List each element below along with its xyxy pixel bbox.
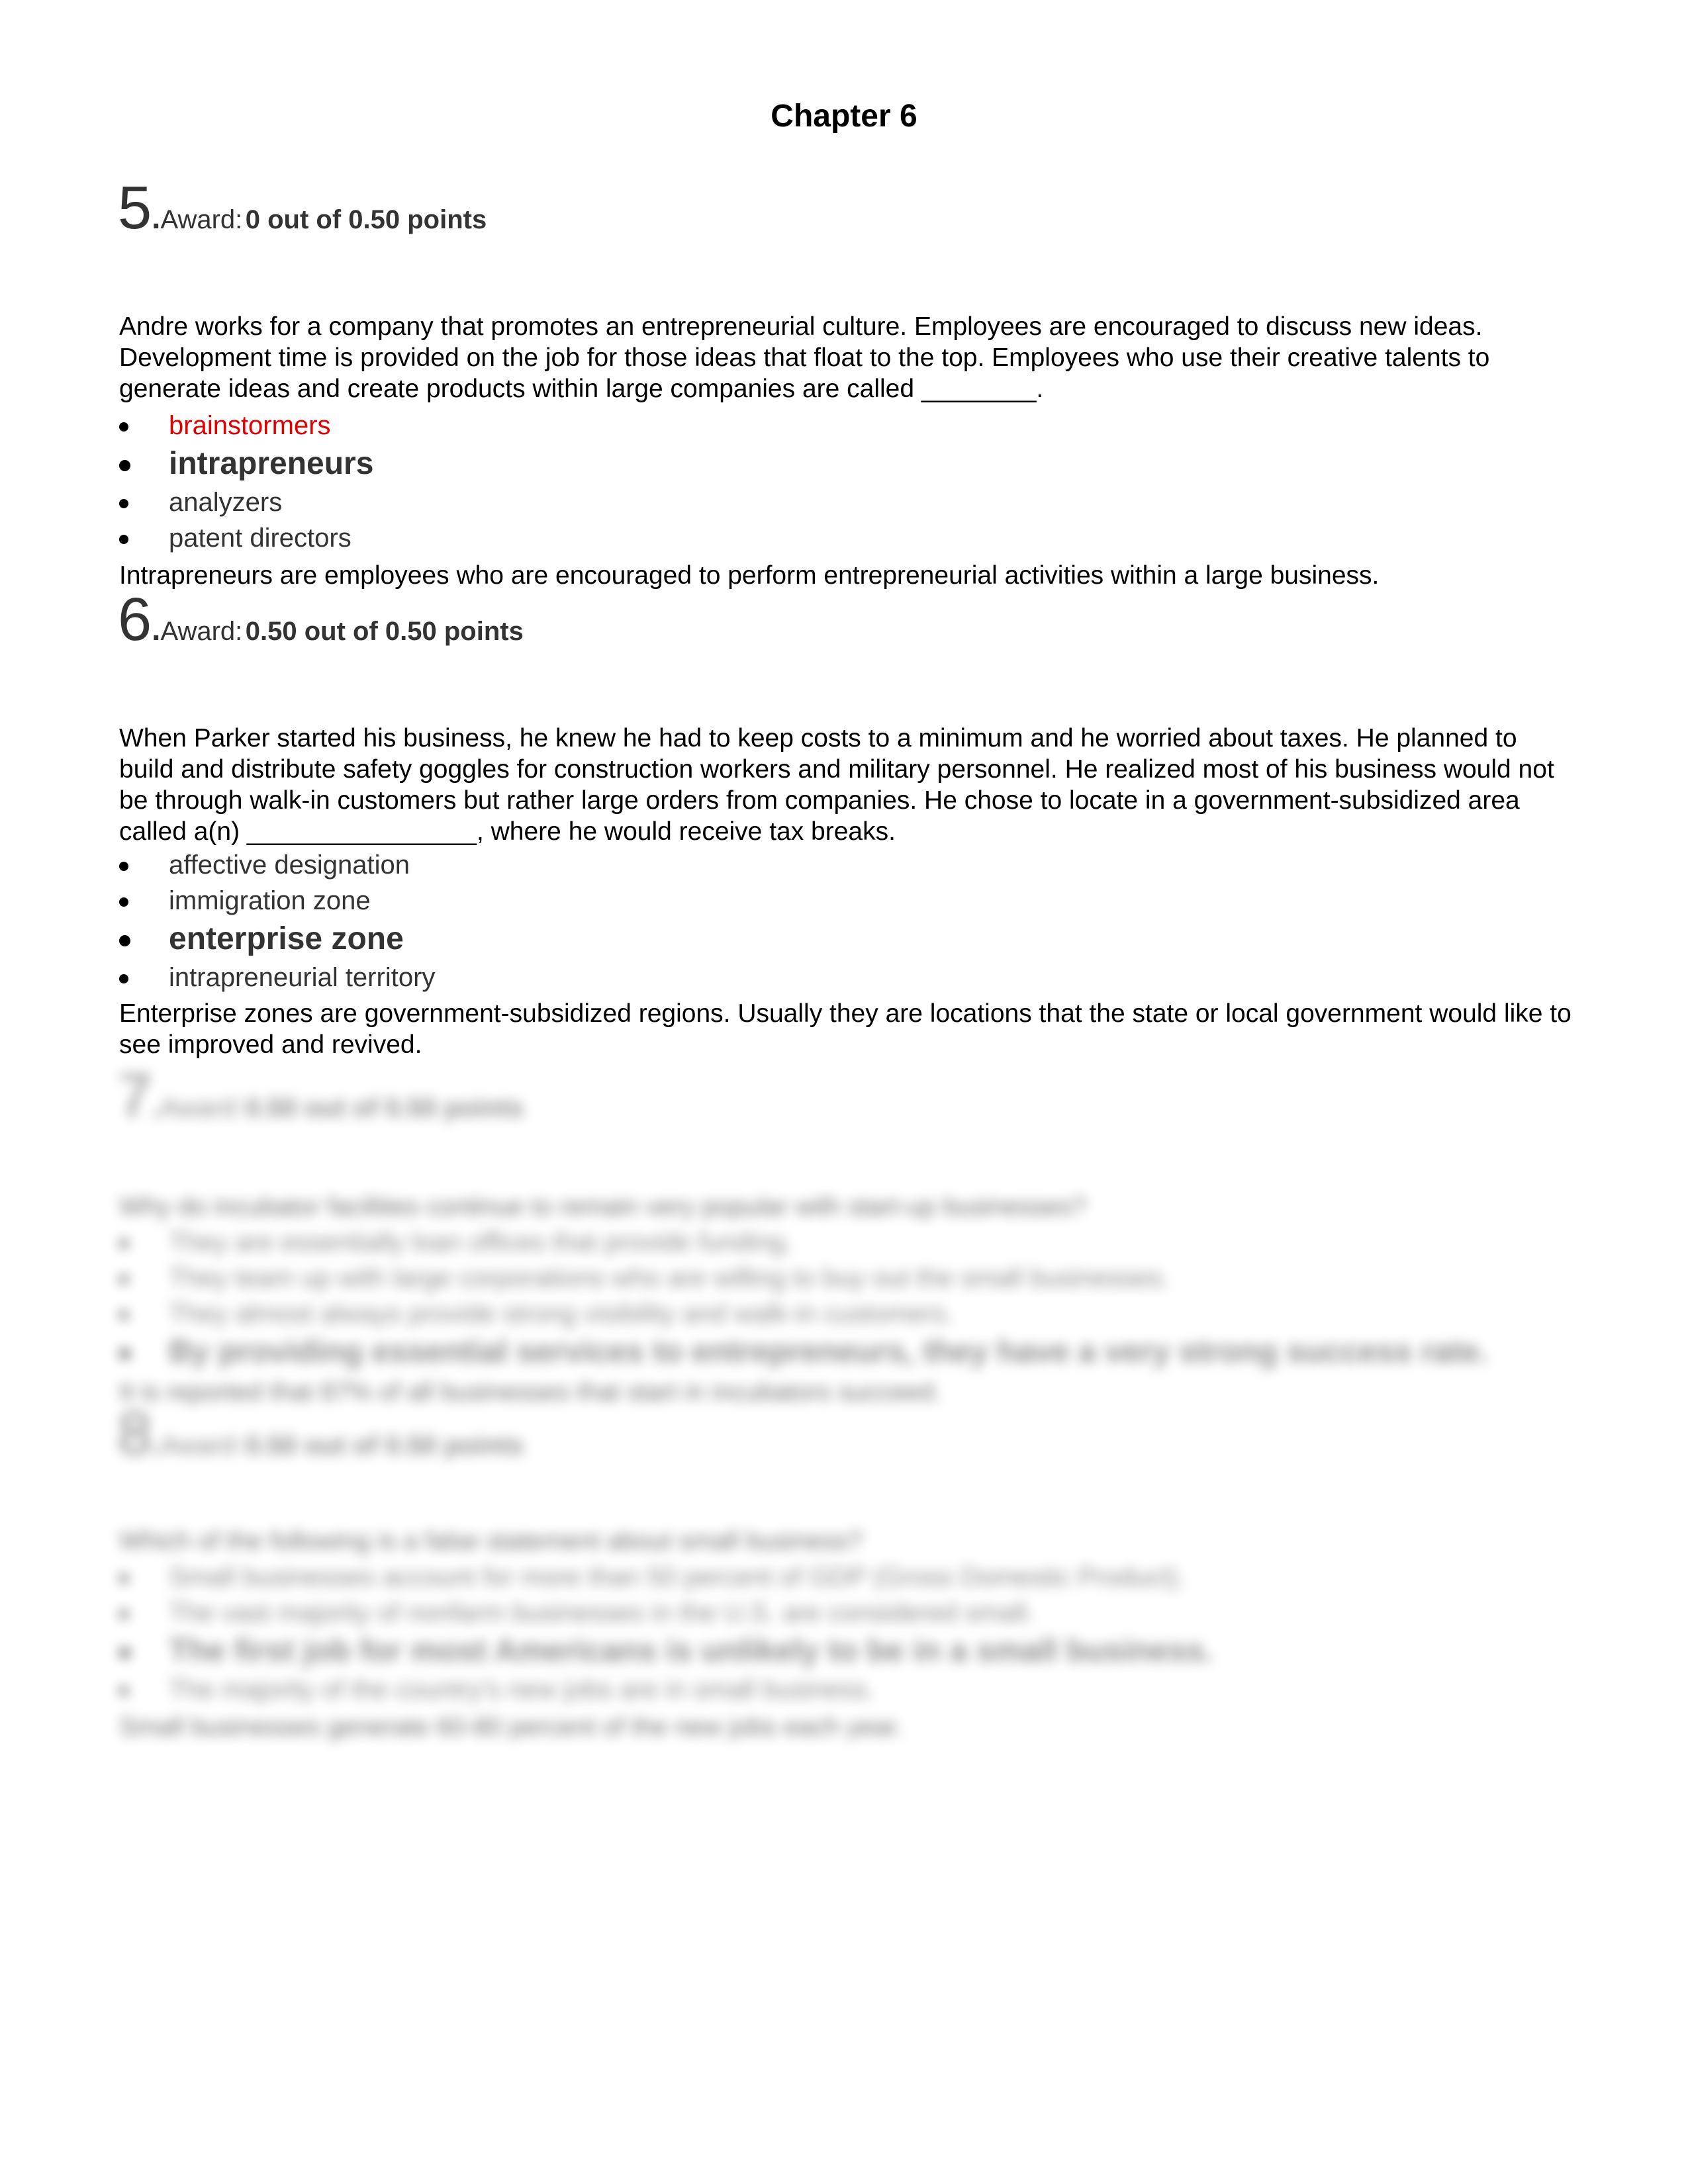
question-number-dot: . [152,612,161,647]
question-text: Which of the following is a false statem… [119,1527,863,1555]
bullet-icon [119,897,128,907]
answer-label: intrapreneurial territory [169,963,436,992]
answer-label: They are essentially loan offices that p… [169,1228,793,1257]
bullet-icon [119,1647,130,1659]
question-number-dot: . [152,1426,161,1461]
bullet-icon [119,1610,128,1619]
answer-option: The majority of the country's new jobs a… [119,1672,1213,1707]
document-page: Chapter 6 5.Award: 0 out of 0.50 points … [0,0,1688,2184]
answer-options: Small businesses account for more than 5… [119,1559,1213,1707]
question-number-dot: . [152,1089,161,1124]
bullet-icon [119,460,130,471]
answer-label: The vast majority of nonfarm businesses … [169,1598,1035,1627]
answer-label: intrapreneurs [169,446,374,481]
award-label: Award: [160,1431,243,1460]
answer-label: Small businesses account for more than 5… [169,1563,1186,1592]
bullet-icon [119,974,128,983]
question-number: 8 [118,1400,152,1467]
question-text: Andre works for a company that promotes … [119,312,1490,403]
answer-option-correct: By providing essential services to entre… [119,1332,1488,1373]
bullet-icon [119,1686,128,1696]
bullet-icon [119,499,128,508]
question-text: Why do incubator facilities continue to … [119,1193,1087,1221]
award-label: Award: [160,205,243,234]
answer-option: affective designation [119,847,435,883]
answer-option-correct: intrapreneurs [119,443,373,484]
answer-option: They almost always provide strong visibi… [119,1296,1488,1332]
answer-option: They team up with large corporations who… [119,1260,1488,1296]
answer-label: enterprise zone [169,921,404,956]
bullet-icon [119,1348,130,1359]
bullet-icon [119,862,128,871]
answer-option: They are essentially loan offices that p… [119,1224,1488,1260]
answer-label: analyzers [169,488,283,517]
question-header: 5.Award: 0 out of 0.50 points [118,177,487,238]
answer-explanation: Small businesses generate 60-80 percent … [119,1713,903,1741]
question-number-dot: . [152,201,161,236]
answer-label: immigration zone [169,886,371,915]
award-value: 0.50 out of 0.50 points [245,1093,524,1122]
answer-option-correct: The first job for most Americans is unli… [119,1631,1213,1672]
answer-option: analyzers [119,484,373,520]
answer-label: The majority of the country's new jobs a… [169,1675,874,1704]
answer-options: They are essentially loan offices that p… [119,1224,1488,1373]
answer-label: The first job for most Americans is unli… [169,1633,1213,1668]
answer-label: They almost always provide strong visibi… [169,1299,953,1328]
award-value: 0.50 out of 0.50 points [245,617,524,646]
bullet-icon [119,1574,128,1583]
bullet-icon [119,935,130,946]
question-header: 6.Award: 0.50 out of 0.50 points [118,589,524,650]
bullet-icon [119,1275,128,1284]
question-number: 7 [118,1062,152,1130]
answer-option: intrapreneurial territory [119,960,435,995]
answer-option-correct: enterprise zone [119,919,435,960]
blurred-preview-region: 7.Award: 0.50 out of 0.50 points Why do … [0,1066,1688,1800]
bullet-icon [119,422,128,432]
answer-label: They team up with large corporations who… [169,1263,1170,1293]
bullet-icon [119,535,128,544]
question-header: 8.Award: 0.50 out of 0.50 points [118,1403,524,1464]
answer-label: patent directors [169,523,352,553]
answer-options: brainstormers intrapreneurs analyzers pa… [119,408,373,556]
question-text: When Parker started his business, he kne… [119,724,1554,846]
answer-option: immigration zone [119,883,435,919]
answer-label: affective designation [169,850,410,880]
answer-option: patent directors [119,520,373,556]
award-label: Award: [160,1093,243,1122]
question-header: 7.Award: 0.50 out of 0.50 points [118,1066,524,1126]
award-value: 0.50 out of 0.50 points [245,1431,524,1460]
answer-options: affective designation immigration zone e… [119,847,435,995]
bullet-icon [119,1310,128,1320]
answer-label: By providing essential services to entre… [169,1334,1488,1369]
chapter-title: Chapter 6 [771,99,917,134]
question-number: 6 [118,586,152,653]
answer-option: The vast majority of nonfarm businesses … [119,1595,1213,1631]
bullet-icon [119,1239,128,1248]
award-value: 0 out of 0.50 points [245,205,487,234]
answer-option: Small businesses account for more than 5… [119,1559,1213,1595]
answer-explanation: Intrapreneurs are employees who are enco… [119,561,1380,590]
answer-explanation: Enterprise zones are government-subsidiz… [119,999,1571,1059]
award-label: Award: [160,617,243,646]
answer-label: brainstormers [169,411,331,440]
answer-option: brainstormers [119,408,373,443]
question-number: 5 [118,174,152,242]
